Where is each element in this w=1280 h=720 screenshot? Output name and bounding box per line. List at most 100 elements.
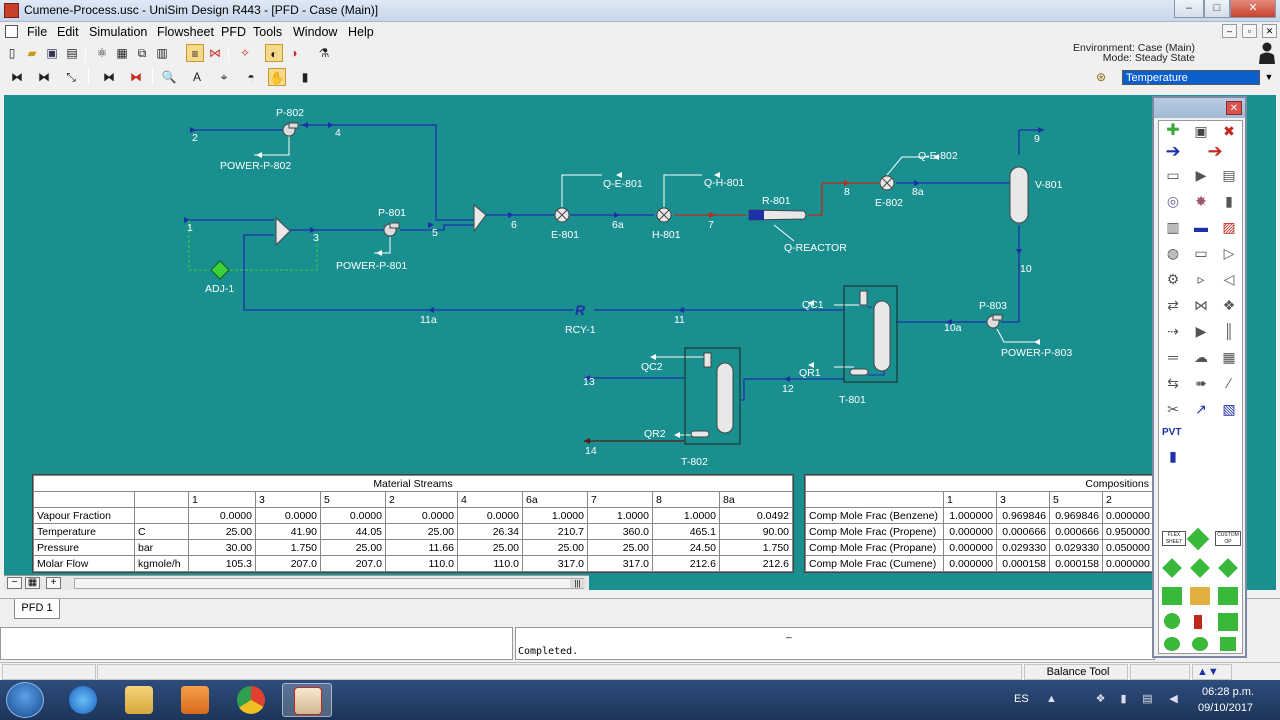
zoom-in-button[interactable]: + <box>46 577 61 589</box>
break-connection-icon[interactable]: ⧓ <box>100 68 118 86</box>
message-panel-left[interactable] <box>0 627 513 660</box>
column-t802[interactable] <box>684 347 741 445</box>
equilibrium-reactor-icon[interactable]: ✸ <box>1190 191 1212 211</box>
split-range-icon[interactable] <box>1192 637 1208 651</box>
compressor-icon[interactable]: ▹ <box>1190 269 1212 289</box>
distillation-column-icon[interactable]: ║ <box>1218 321 1240 341</box>
compositions-table[interactable]: Compositions 1 3 5 2 Comp Mole Frac (Ben… <box>804 474 1156 573</box>
absorber-icon[interactable]: ▶ <box>1190 321 1212 341</box>
taskbar-chrome[interactable] <box>226 683 276 717</box>
auto-position-all-icon[interactable]: ⧓ <box>35 68 53 86</box>
relief-valve-icon[interactable]: ⇢ <box>1162 321 1184 341</box>
message-panel-right[interactable]: _ Completed. <box>515 627 1155 660</box>
flask-icon[interactable]: ⚗ <box>315 44 333 62</box>
spreadsheet-icon[interactable]: ▧ <box>1218 399 1240 419</box>
balance-icon[interactable] <box>1190 558 1210 578</box>
volume-icon[interactable]: ◀ <box>1167 693 1180 706</box>
material-stream-icon[interactable]: ➔ <box>1162 141 1184 161</box>
table-row[interactable]: Comp Mole Frac (Benzene) 1.000000 0.96984… <box>805 507 1155 524</box>
menu-tools[interactable]: Tools <box>253 25 282 39</box>
clock-time[interactable]: 06:28 p.m. <box>1202 686 1254 698</box>
table-row[interactable]: Molar Flow kgmole/h 105.3 207.0 207.0 110.0… <box>33 555 793 572</box>
cooler-e802[interactable] <box>879 175 895 191</box>
pipe-segment-icon[interactable]: ═ <box>1162 347 1184 367</box>
taskbar-unisim[interactable] <box>282 683 332 717</box>
save-as-icon[interactable]: ▤ <box>63 44 81 62</box>
object-palette[interactable]: ✕ ✚ ▣ ✖ ➔ ➔ ▭ ▶ ▤ ◎ ✸ ▮ ▥ ▬ ▨ ◍ ▭ ▷ ⚙ ▹ … <box>1152 96 1247 658</box>
mpc-icon[interactable] <box>1218 613 1238 631</box>
auto-position-icon[interactable]: ⧓ <box>8 68 26 86</box>
horizontal-scrollbar[interactable]: ||| <box>74 578 585 589</box>
cooler-icon[interactable]: ◍ <box>1162 243 1184 263</box>
minimize-button[interactable]: – <box>1174 0 1204 18</box>
menu-pfd[interactable]: PFD <box>221 25 246 39</box>
delete-object-icon[interactable]: ✖ <box>1218 121 1240 141</box>
energy-q-e801[interactable] <box>561 174 602 207</box>
attach-mode-icon[interactable]: ⧓ <box>127 68 145 86</box>
mixer-mix101[interactable] <box>473 203 487 233</box>
energy-q-h801[interactable] <box>663 174 702 207</box>
pid-controller-icon[interactable] <box>1164 613 1180 629</box>
clock-date[interactable]: 09/10/2017 <box>1198 702 1253 714</box>
solver-hold-icon[interactable]: ◑ <box>285 44 303 62</box>
three-phase-separator-icon[interactable]: ▶ <box>1190 165 1212 185</box>
menu-window[interactable]: Window <box>293 25 337 39</box>
baghouse-icon[interactable]: ▦ <box>1218 347 1240 367</box>
table-row[interactable]: Comp Mole Frac (Cumene) 0.000000 0.000158… <box>805 555 1155 572</box>
taskbar-explorer[interactable] <box>114 683 164 717</box>
cyclone-icon[interactable]: ☁ <box>1190 347 1212 367</box>
balance-tool-label[interactable]: Balance Tool <box>1024 664 1128 680</box>
variable-select[interactable]: Temperature <box>1122 70 1260 85</box>
tee-icon[interactable]: ⋈ <box>1190 295 1212 315</box>
pump-p802[interactable] <box>282 122 299 137</box>
cross-flow-icon[interactable]: ∕ <box>1218 373 1240 393</box>
digital-point-icon[interactable] <box>1218 587 1238 605</box>
stream-11a-line[interactable] <box>243 234 574 311</box>
battery-icon[interactable]: ▮ <box>1117 693 1130 706</box>
variable-navigator-icon[interactable]: ⊛ <box>1092 68 1110 86</box>
language-indicator[interactable]: ES <box>1014 693 1029 705</box>
column-t801[interactable] <box>843 285 898 383</box>
logic-diamond-icon[interactable] <box>1186 527 1210 551</box>
tee-splitter-icon[interactable]: ➠ <box>1190 373 1212 393</box>
adjust-adj1[interactable] <box>210 260 230 280</box>
recycle-rcy1[interactable]: R <box>574 302 590 318</box>
mixer-mix100[interactable] <box>275 216 291 247</box>
databook-icon[interactable]: ▥ <box>153 44 171 62</box>
solids-icon[interactable]: ✂ <box>1162 399 1184 419</box>
stream-4-line[interactable] <box>300 124 474 221</box>
menu-file[interactable]: File <box>27 25 47 39</box>
dropbox-icon[interactable]: ❖ <box>1094 693 1107 706</box>
gibbs-reactor-icon[interactable]: ▮ <box>1218 191 1240 211</box>
pfr-icon[interactable]: ▬ <box>1190 217 1212 237</box>
energy-power-p803[interactable] <box>996 328 1039 343</box>
heat-exchanger-icon[interactable]: ▨ <box>1218 217 1240 237</box>
mdi-close-button[interactable]: ✕ <box>1262 24 1277 38</box>
menu-edit[interactable]: Edit <box>57 25 79 39</box>
chevron-down-icon[interactable]: ▼ <box>1262 70 1276 85</box>
valve-icon[interactable]: ⇄ <box>1162 295 1184 315</box>
scroll-thumb[interactable]: ||| <box>570 579 585 588</box>
cooler-e801[interactable] <box>554 207 570 223</box>
object-navigator-icon[interactable]: ⧉ <box>133 44 151 62</box>
heater-icon[interactable]: ▭ <box>1190 243 1212 263</box>
reactor-r801[interactable] <box>748 209 807 221</box>
new-case-icon[interactable]: ▯ <box>3 44 21 62</box>
mdi-restore-button[interactable]: ▫ <box>1242 24 1257 38</box>
mdi-minimize-button[interactable]: – <box>1222 24 1237 38</box>
pfd-canvas[interactable]: R 2 4 P-802 POWER-P-802 1 3 5 6 6a 7 8 8… <box>4 95 1276 590</box>
menu-simulation[interactable]: Simulation <box>89 25 147 39</box>
menu-flowsheet[interactable]: Flowsheet <box>157 25 214 39</box>
start-button[interactable] <box>6 682 44 718</box>
network-icon[interactable]: ▤ <box>1141 693 1154 706</box>
pan-hand-icon[interactable]: ✋ <box>268 68 286 86</box>
add-text-icon[interactable]: A <box>188 68 206 86</box>
palette-close-button[interactable]: ✕ <box>1226 101 1242 115</box>
expander-icon[interactable]: ◁ <box>1218 269 1240 289</box>
surge-controller-icon[interactable] <box>1220 637 1236 651</box>
mixer-icon[interactable]: ❖ <box>1218 295 1240 315</box>
ratio-controller-icon[interactable] <box>1164 637 1180 651</box>
close-button[interactable]: ✕ <box>1230 0 1276 18</box>
app-icon[interactable] <box>4 3 19 18</box>
palette-title-bar[interactable]: ✕ <box>1154 98 1245 118</box>
